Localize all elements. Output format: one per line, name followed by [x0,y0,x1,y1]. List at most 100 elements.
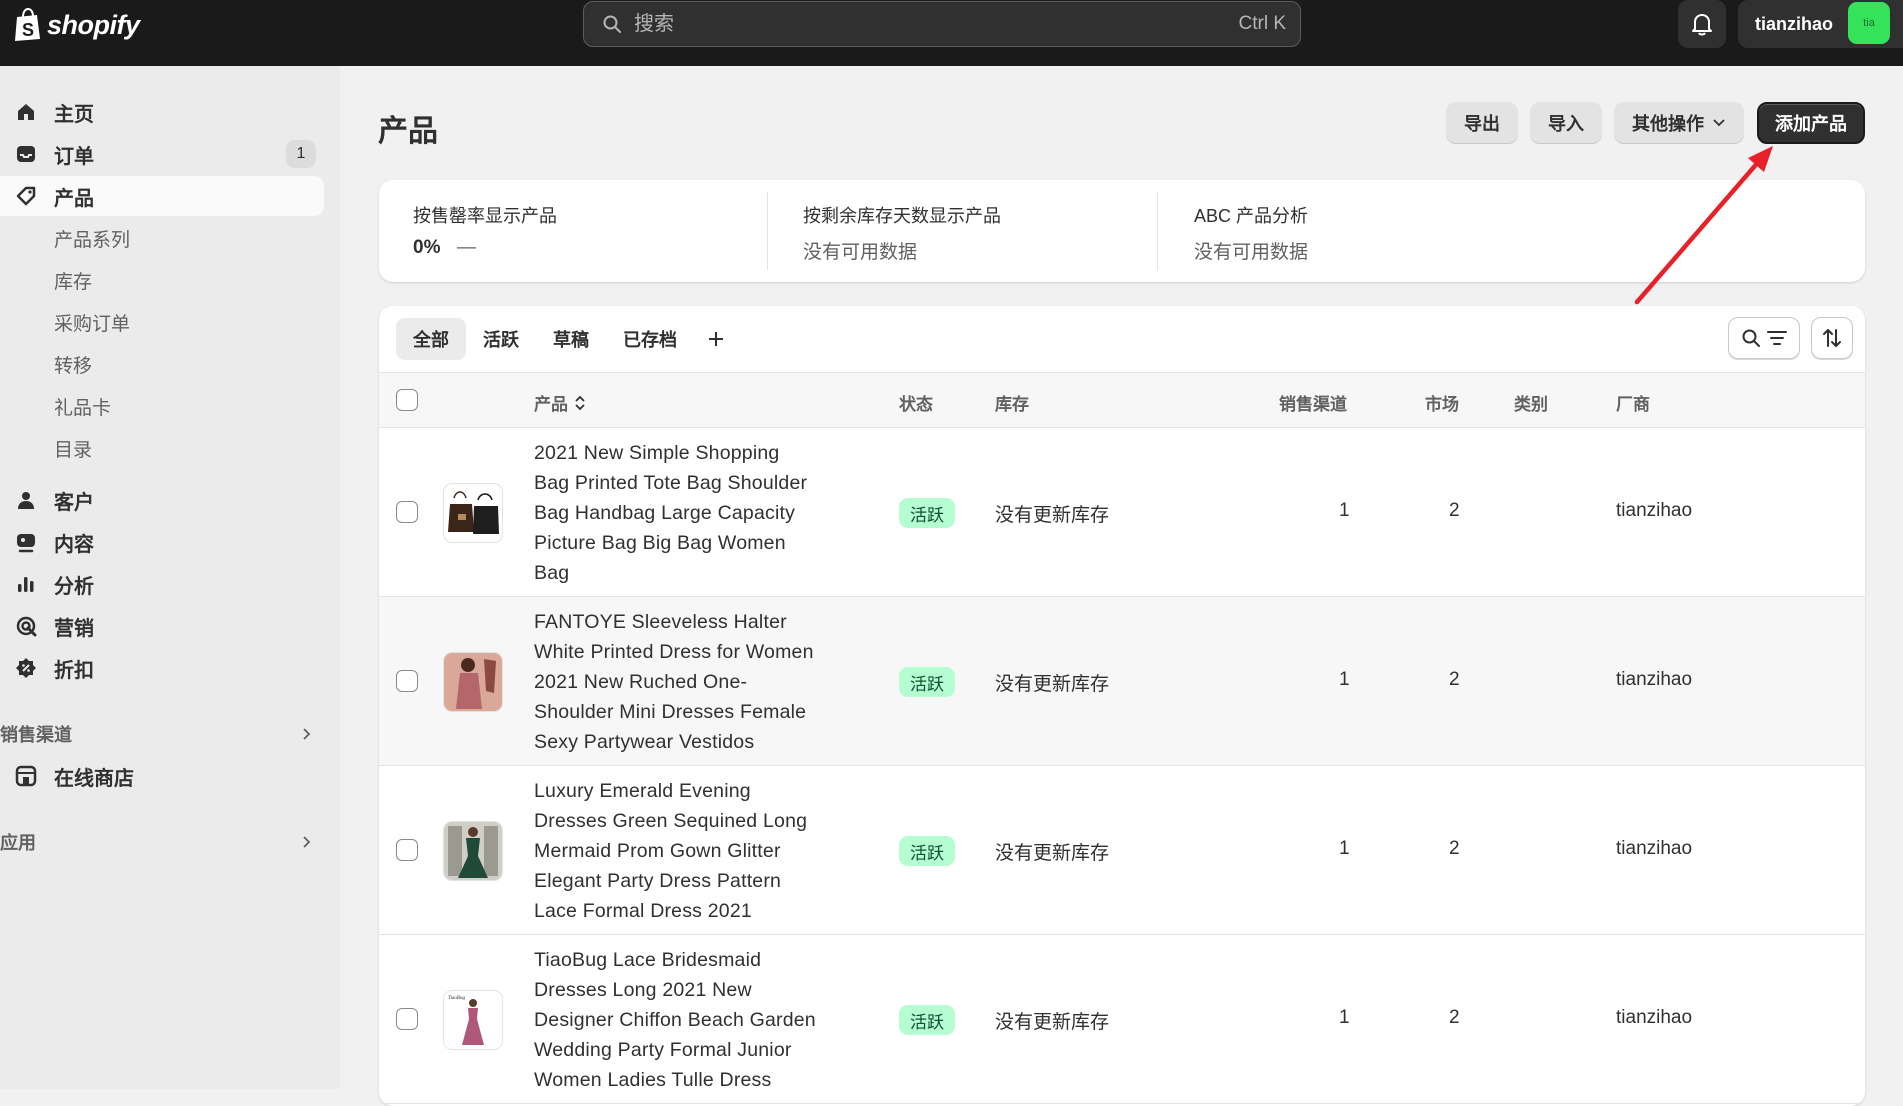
table-row[interactable]: 2021 New Simple Shopping Bag Printed Tot… [379,428,1865,597]
status-badge: 活跃 [899,667,955,697]
row-checkbox[interactable] [396,839,418,861]
vendor-cell: tianzihao [1616,500,1693,521]
sidebar-subitem-collections[interactable]: 产品系列 [0,218,324,258]
sidebar-item-label: 订单 [54,145,94,168]
search-filter-button[interactable] [1728,317,1800,359]
table-header: 产品 状态 库存 销售渠道 市场 类别 厂商 [379,372,1865,428]
vendor-cell: tianzihao [1616,838,1693,859]
table-row[interactable]: TiaoBug TiaoBug Lace Bridesmaid Dresses … [379,935,1865,1104]
select-all-checkbox[interactable] [396,389,418,411]
search-bar[interactable]: Ctrl K [583,1,1301,47]
table-row[interactable]: FANTOYE Sleeveless Halter White Printed … [379,597,1865,766]
product-thumbnail [443,483,503,543]
more-actions-button[interactable]: 其他操作 [1614,102,1744,144]
sidebar-item-label: 主页 [54,103,94,126]
products-table-card: 全部 活跃 草稿 已存档 产品 状态 库存 销售渠道 市场 类别 厂商 2021… [379,306,1865,1106]
sidebar-item-label: 客户 [54,491,94,514]
sort-icon [1823,329,1841,347]
stat-trend: — [457,237,476,258]
title-line: Bag [534,562,570,584]
abc-analysis-stat[interactable]: ABC 产品分析 没有可用数据 [1158,180,1558,282]
notifications-button[interactable] [1678,0,1726,48]
search-icon [603,15,621,33]
tab-draft[interactable]: 草稿 [536,318,606,360]
product-thumbnail [443,652,503,712]
sidebar-item-marketing[interactable]: 营销 [0,606,324,646]
add-view-button[interactable] [694,318,738,360]
sidebar-subitem-label: 目录 [54,439,93,461]
inventory-cell: 没有更新库存 [995,674,1110,695]
search-input[interactable] [632,11,1239,37]
vendor-cell: tianzihao [1616,669,1693,690]
title-line: Women Ladies Tulle Dress [534,1069,772,1091]
sidebar-subitem-transfers[interactable]: 转移 [0,344,324,384]
svg-text:TiaoBug: TiaoBug [448,996,465,1001]
sidebar-subitem-inventory[interactable]: 库存 [0,260,324,300]
column-header-product[interactable]: 产品 [534,390,586,415]
analytics-summary-card[interactable]: 按售罄率显示产品 0% — 按剩余库存天数显示产品 没有可用数据 ABC 产品分… [379,180,1865,282]
vendor-cell: tianzihao [1616,1007,1693,1028]
status-badge: 活跃 [899,1005,955,1035]
search-shortcut: Ctrl K [1238,13,1287,34]
days-of-inventory-stat[interactable]: 按剩余库存天数显示产品 没有可用数据 [768,180,1157,282]
avatar[interactable]: tia [1848,2,1890,44]
sidebar-subitem-purchase-orders[interactable]: 采购订单 [0,302,324,342]
sales-channels-title: 销售渠道 [0,725,72,745]
sort-button[interactable] [1811,317,1853,359]
sidebar-item-home[interactable]: 主页 [0,92,324,132]
product-title[interactable]: FANTOYE Sleeveless Halter White Printed … [534,607,834,757]
tab-active[interactable]: 活跃 [466,318,536,360]
sidebar-item-online-store[interactable]: 在线商店 [0,756,324,796]
inventory-cell: 没有更新库存 [995,1012,1110,1033]
column-header-sales-channels: 销售渠道 [1279,395,1347,414]
stat-label: 按剩余库存天数显示产品 [803,206,1001,226]
row-checkbox[interactable] [396,501,418,523]
status-badge: 活跃 [899,836,955,866]
shopify-logo[interactable]: S shopify [13,8,140,42]
add-product-button[interactable]: 添加产品 [1757,102,1865,144]
sidebar-subitem-catalogs[interactable]: 目录 [0,428,324,468]
username: tianzihao [1755,13,1834,34]
column-header-vendor: 厂商 [1616,395,1650,414]
sidebar-subitem-label: 礼品卡 [54,397,112,419]
orders-count-badge: 1 [286,140,316,168]
sidebar-subitem-gift-cards[interactable]: 礼品卡 [0,386,324,426]
title-line: 2021 New Ruched One- [534,671,748,693]
title-line: Dresses Green Sequined Long [534,810,808,832]
sidebar-item-customers[interactable]: 客户 [0,480,324,520]
title-line: Designer Chiffon Beach Garden [534,1009,816,1031]
column-header-markets: 市场 [1425,395,1459,414]
sidebar-item-analytics[interactable]: 分析 [0,564,324,604]
row-checkbox[interactable] [396,670,418,692]
chevron-right-icon [303,836,311,848]
view-tabs: 全部 活跃 草稿 已存档 [396,318,738,360]
green-gown-image [444,822,502,880]
product-title[interactable]: TiaoBug Lace Bridesmaid Dresses Long 202… [534,945,834,1095]
sidebar-item-label: 折扣 [54,659,94,682]
logo-text: shopify [47,9,140,40]
table-row[interactable]: Luxury Emerald Evening Dresses Green Seq… [379,766,1865,935]
sales-channels-cell: 1 [1339,500,1350,521]
export-button[interactable]: 导出 [1446,102,1518,144]
tab-all[interactable]: 全部 [396,318,466,360]
row-checkbox[interactable] [396,1008,418,1030]
apps-title: 应用 [0,833,36,853]
title-line: Lace Formal Dress 2021 [534,900,752,922]
title-line: 2021 New Simple Shopping [534,442,780,464]
product-title[interactable]: 2021 New Simple Shopping Bag Printed Tot… [534,438,834,588]
sidebar-item-products[interactable]: 产品 [0,176,324,216]
import-button[interactable]: 导入 [1530,102,1602,144]
sidebar-item-discounts[interactable]: 折扣 [0,648,324,688]
sidebar-subitem-label: 采购订单 [54,313,131,335]
product-title[interactable]: Luxury Emerald Evening Dresses Green Seq… [534,776,834,926]
column-header-label: 产品 [534,395,568,414]
title-line: Mermaid Prom Gown Glitter [534,840,781,862]
sales-channels-cell: 1 [1339,1007,1350,1028]
tab-archived[interactable]: 已存档 [606,318,694,360]
sell-through-stat[interactable]: 按售罄率显示产品 0% — [379,180,767,282]
apps-header[interactable]: 应用 [0,822,324,862]
sidebar-item-orders[interactable]: 订单 1 [0,134,324,174]
sidebar-item-content[interactable]: 内容 [0,522,324,562]
title-line: Dresses Long 2021 New [534,979,752,1001]
sales-channels-header[interactable]: 销售渠道 [0,714,324,754]
